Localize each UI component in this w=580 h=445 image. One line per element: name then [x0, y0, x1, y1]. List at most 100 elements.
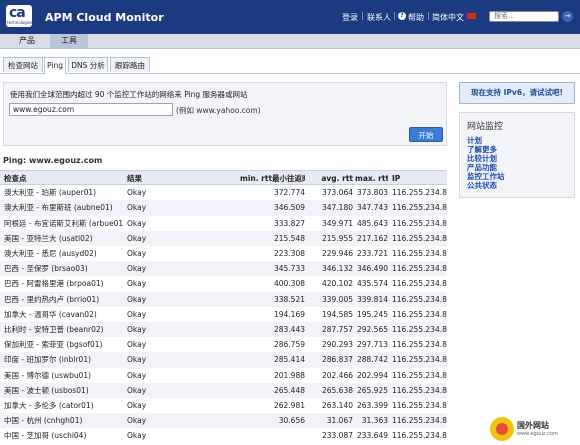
watermark-url: www.egouz.com: [517, 431, 558, 437]
panel-title: 网站监控: [467, 122, 504, 132]
ca-logo[interactable]: ca technologies: [6, 5, 33, 27]
table-row: 澳大利亚 - 悉尼 (ausyd02) Okay 223.308 229.946 233…: [0, 246, 447, 261]
ip-cell: 116.255.234.80: [392, 385, 447, 395]
app-title: APM Cloud Monitor: [45, 11, 164, 24]
search-input[interactable]: [489, 11, 559, 22]
avg-rtt-cell: 263.140: [321, 401, 353, 410]
checkpoint-cell[interactable]: 中国 - 杭州 (cnhgh01): [4, 413, 124, 428]
result-cell: Okay: [127, 233, 147, 243]
min-rtt-cell: 285.414: [273, 355, 305, 365]
result-cell: Okay: [127, 279, 147, 289]
checkpoint-cell[interactable]: 加拿大 - 温哥华 (cavan02): [4, 307, 124, 322]
max-rtt-cell: 31.363: [361, 416, 388, 426]
min-rtt-cell: 215.548: [273, 233, 305, 243]
result-cell: Okay: [127, 203, 147, 213]
checkpoint-cell[interactable]: 保加利亚 - 索菲亚 (bgsof01): [4, 337, 124, 352]
column-header-checkpoint: 检查点: [4, 174, 27, 183]
tab-traceroute[interactable]: 跟踪路由: [110, 57, 150, 72]
checkpoint-cell[interactable]: 加拿大 - 多伦多 (cator01): [4, 398, 124, 413]
help-link[interactable]: 帮助: [408, 12, 424, 23]
nav-tab-tools[interactable]: 工具: [50, 34, 88, 48]
avg-rtt-cell: 194.585: [321, 309, 353, 319]
result-cell: Okay: [127, 385, 147, 395]
avg-rtt-cell: 31.067: [326, 416, 353, 426]
search-go-button[interactable]: →: [562, 11, 573, 22]
avg-rtt-cell: 339.005: [321, 294, 353, 304]
ip-cell: 116.255.234.80: [392, 249, 447, 258]
max-rtt-cell: 233.649: [356, 431, 388, 441]
tab-ping[interactable]: Ping: [44, 57, 66, 74]
min-rtt-cell: 265.448: [273, 385, 305, 395]
china-flag-icon: [467, 13, 476, 19]
result-cell: Okay: [127, 309, 147, 319]
checkpoint-cell[interactable]: 美国 - 波士顿 (usbos01): [4, 383, 124, 398]
max-rtt-cell: 265.925: [356, 385, 388, 395]
min-rtt-cell: 400.308: [273, 279, 305, 289]
table-row: 中国 - 杭州 (cnhgh01) Okay 30.656 31.067 31.363 1…: [0, 413, 447, 429]
ping-form: 使用我们全球范围内超过 90 个监控工作站的网络来 Ping 服务器或网站 (例…: [3, 82, 447, 146]
nav-tab-products[interactable]: 产品: [12, 34, 42, 48]
table-row: 巴西 - 阿雷格里港 (brpoa01) Okay 400.308 420.102 43…: [0, 276, 447, 291]
result-cell: Okay: [127, 416, 147, 426]
max-rtt-cell: 346.490: [356, 264, 388, 274]
max-rtt-cell: 233.721: [356, 249, 388, 258]
result-cell: Okay: [127, 340, 147, 350]
logo-subtext: technologies: [7, 20, 33, 25]
checkpoint-cell[interactable]: 巴西 - 圣保罗 (brsao03): [4, 261, 124, 276]
ip-cell: 116.255.234.80: [392, 401, 447, 410]
min-rtt-cell: 223.308: [273, 249, 305, 258]
avg-rtt-cell: 347.180: [321, 203, 353, 213]
results-title: Ping: www.egouz.com: [3, 156, 103, 165]
max-rtt-cell: 288.742: [356, 355, 388, 365]
link-public-status[interactable]: 公共状态: [467, 180, 497, 191]
checkpoint-cell[interactable]: 巴西 - 阿雷格里港 (brpoa01): [4, 276, 124, 291]
ip-cell: 116.255.234.80: [392, 188, 447, 198]
column-header-avg-rtt: avg. rtt: [321, 174, 353, 183]
checkpoint-cell[interactable]: 中国 - 芝加哥 (uschi04): [4, 428, 124, 443]
start-button[interactable]: 开始: [409, 127, 443, 142]
login-link[interactable]: 登录: [342, 12, 358, 23]
ip-cell: 116.255.234.80: [392, 203, 447, 213]
column-header-min-rtt: min. rtt最小往返时间: [240, 174, 305, 183]
avg-rtt-cell: 229.946: [321, 249, 353, 258]
checkpoint-cell[interactable]: 美国 - 亚特兰大 (usatl02): [4, 231, 124, 246]
checkpoint-cell[interactable]: 比利时 - 安特卫普 (beanr02): [4, 322, 124, 337]
ip-cell: 116.255.234.80: [392, 294, 447, 304]
logo-mark: ca: [9, 5, 26, 21]
result-cell: Okay: [127, 370, 147, 380]
avg-rtt-cell: 215.955: [321, 233, 353, 243]
ip-cell: 116.255.234.80: [392, 325, 447, 334]
ip-cell: 116.255.234.80: [392, 431, 447, 441]
avg-rtt-cell: 265.638: [321, 385, 353, 395]
table-row: 印度 - 班加罗尔 (inblr01) Okay 285.414 286.837 288…: [0, 352, 447, 368]
link-separator: |: [427, 11, 430, 20]
url-input[interactable]: [9, 103, 173, 116]
tab-check-website[interactable]: 检查网站: [3, 57, 43, 72]
min-rtt-cell: 345.733: [273, 264, 305, 274]
language-link[interactable]: 简体中文: [432, 12, 464, 23]
table-row: 加拿大 - 温哥华 (cavan02) Okay 194.169 194.585 195…: [0, 307, 447, 322]
checkpoint-cell[interactable]: 澳大利亚 - 悉尼 (ausyd02): [4, 246, 124, 261]
checkpoint-cell[interactable]: 美国 - 博尔德 (uswbu01): [4, 368, 124, 383]
checkpoint-cell[interactable]: 巴西 - 里约热内卢 (brrio01): [4, 292, 124, 307]
max-rtt-cell: 292.565: [356, 325, 388, 334]
checkpoint-cell[interactable]: 澳大利亚 - 布里斯班 (aubne01): [4, 200, 124, 215]
max-rtt-cell: 485.643: [356, 218, 388, 228]
max-rtt-cell: 297.713: [356, 340, 388, 350]
help-circle-icon[interactable]: ?: [398, 12, 406, 20]
min-rtt-cell: 262.981: [273, 401, 305, 410]
checkpoint-cell[interactable]: 阿根廷 - 布宜诺斯艾利斯 (arbue01): [4, 216, 124, 231]
ip-cell: 116.255.234.80: [392, 370, 447, 380]
ip-cell: 116.255.234.80: [392, 355, 447, 365]
url-example: (例如 www.yahoo.com): [176, 106, 261, 115]
table-header-row: 检查点 结果 min. rtt最小往返时间 avg. rttmax. rtt IP: [0, 170, 447, 186]
contact-link[interactable]: 联系人: [367, 12, 391, 23]
ipv6-promo-button[interactable]: 现在支持 IPv6，请试试吧!: [459, 82, 575, 104]
checkpoint-cell[interactable]: 印度 - 班加罗尔 (inblr01): [4, 352, 124, 367]
avg-rtt-cell: 349.971: [321, 218, 353, 228]
tab-dns[interactable]: DNS 分析: [68, 57, 108, 72]
avg-rtt-cell: 287.757: [321, 325, 353, 334]
ip-cell: 116.255.234.80: [392, 309, 447, 319]
checkpoint-cell[interactable]: 澳大利亚 - 珀斯 (auper01): [4, 185, 124, 200]
site-watermark: 国外网站 www.egouz.com: [490, 417, 570, 441]
